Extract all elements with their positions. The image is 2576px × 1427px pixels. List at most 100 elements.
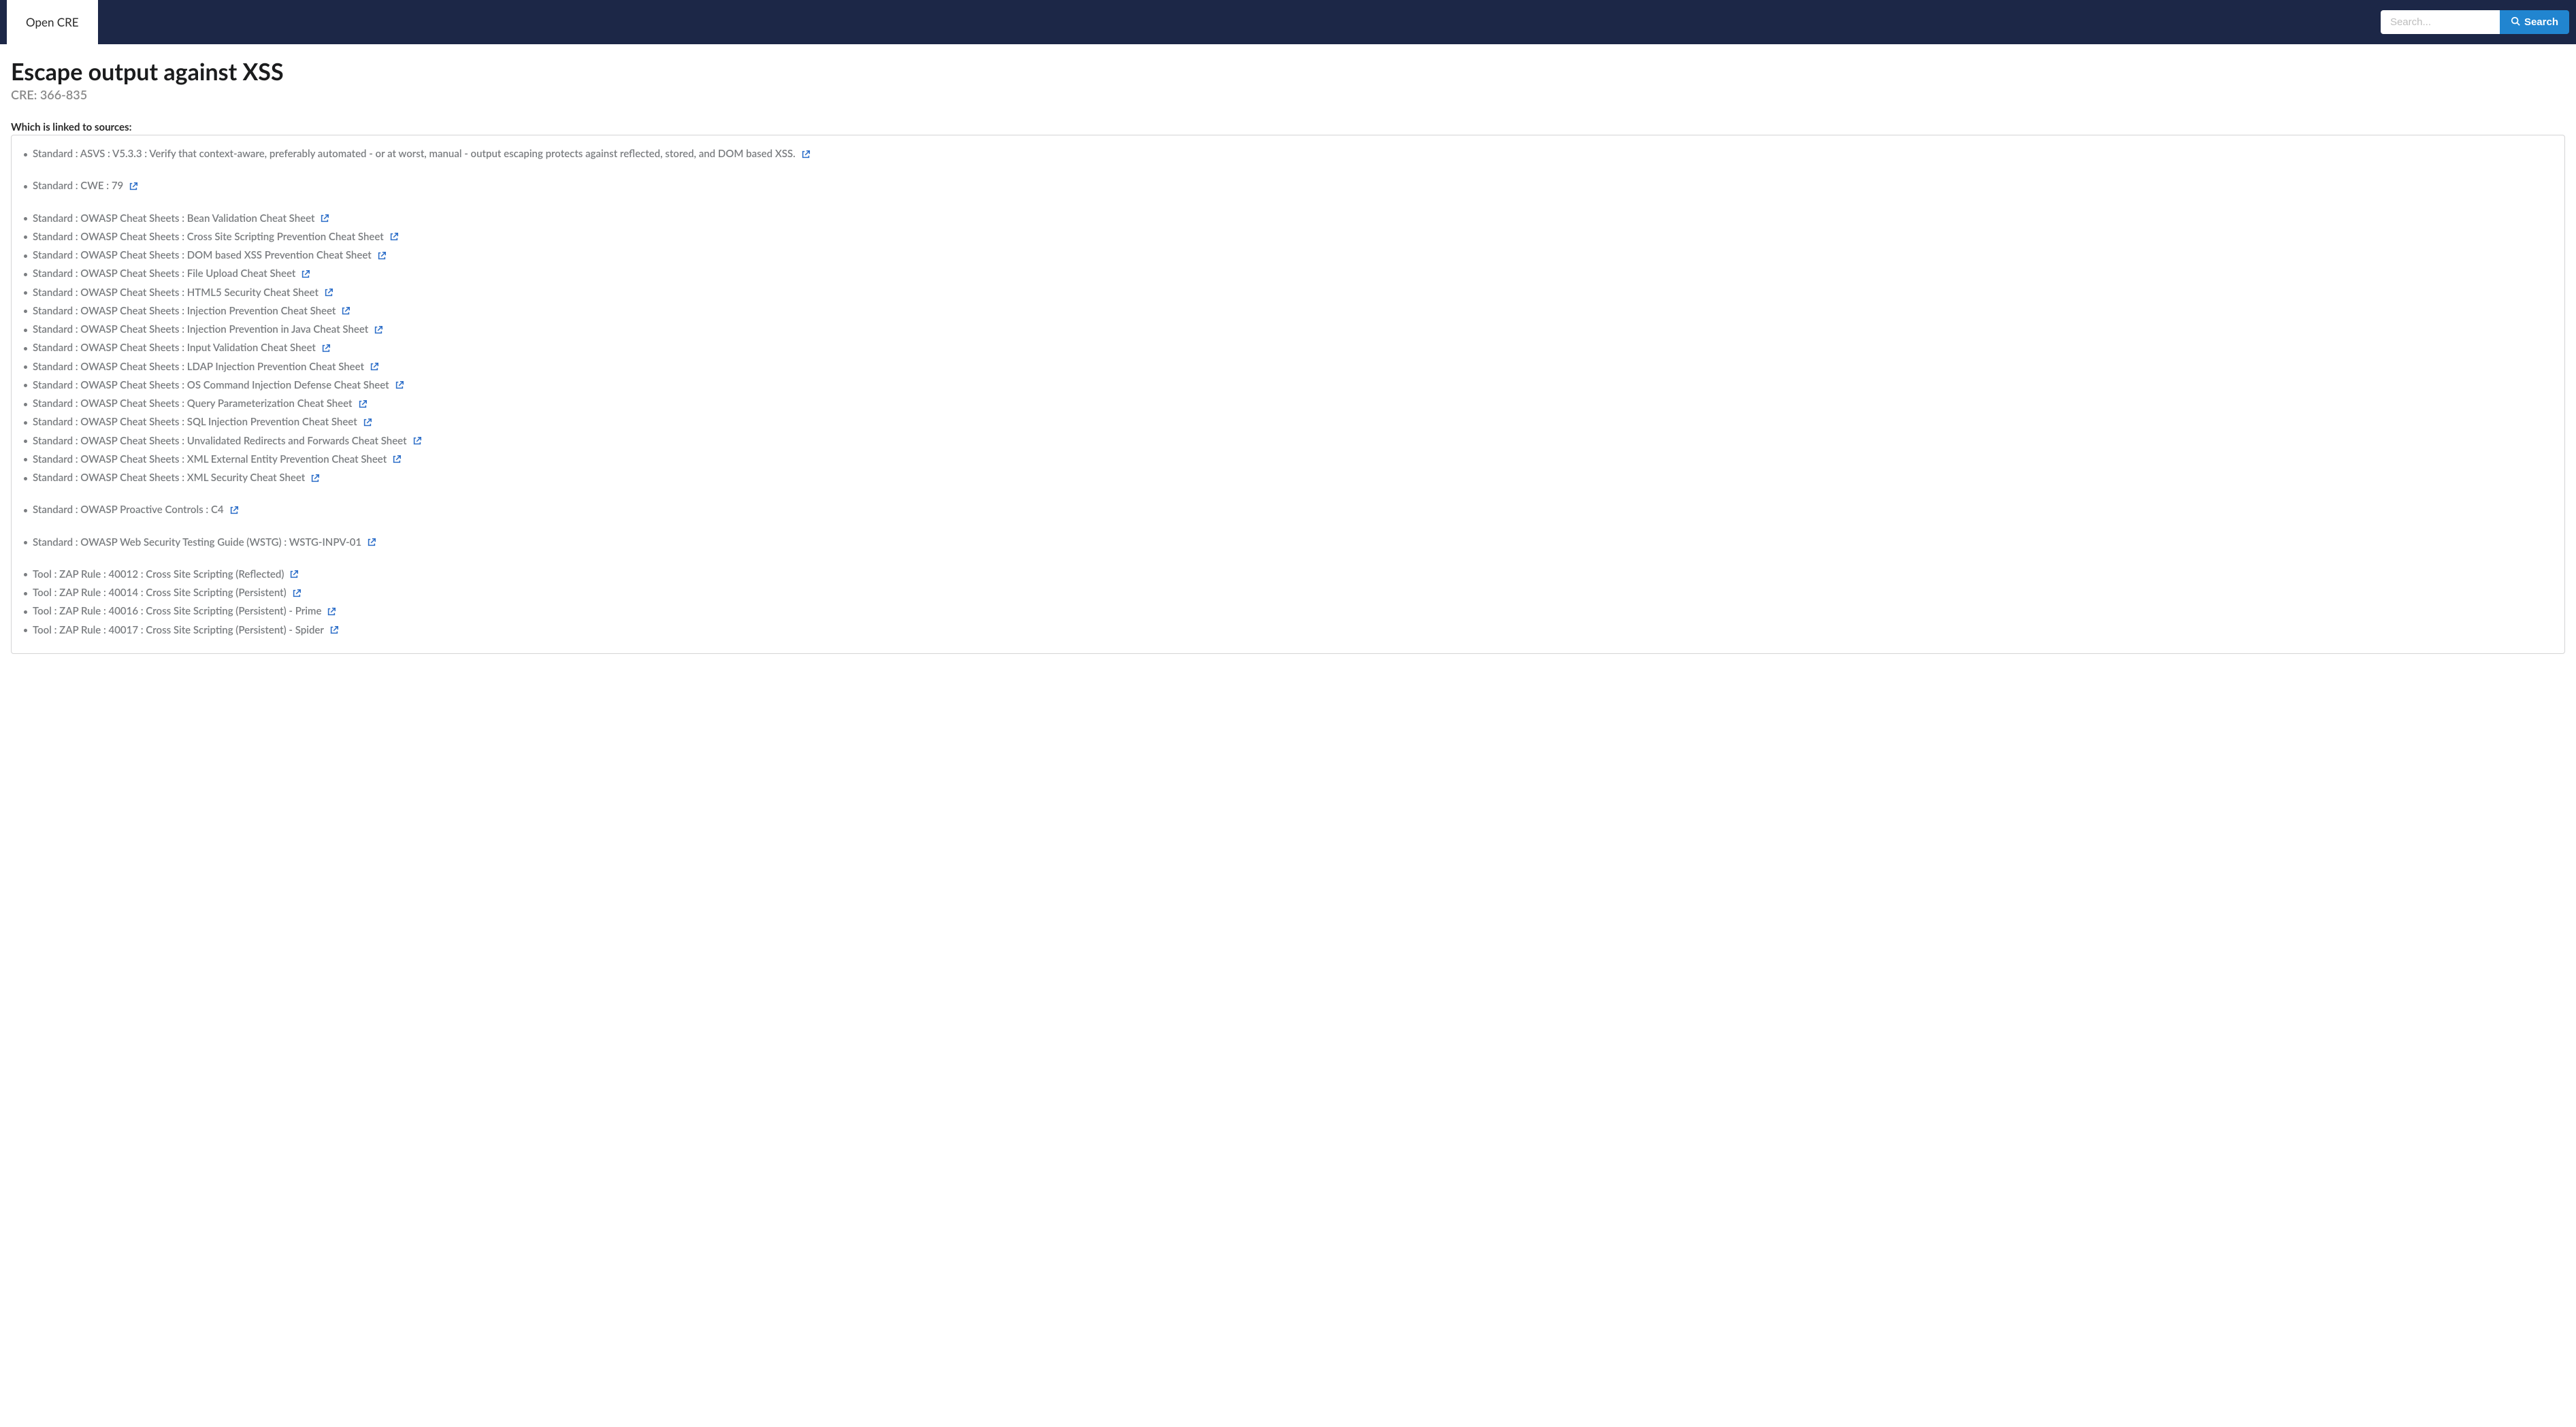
source-link-text[interactable]: Standard : OWASP Cheat Sheets : Bean Val…: [33, 211, 314, 227]
bullet-icon: [24, 347, 27, 350]
bullet-icon: [24, 235, 27, 239]
bullet-icon: [24, 421, 27, 425]
top-navbar: Open CRE Search: [0, 0, 2576, 44]
external-link-icon[interactable]: [367, 538, 376, 547]
source-group: Standard : OWASP Web Security Testing Gu…: [24, 534, 2552, 552]
source-group: Standard : ASVS : V5.3.3 : Verify that c…: [24, 145, 2552, 163]
external-link-icon[interactable]: [341, 306, 350, 316]
source-line: Standard : OWASP Cheat Sheets : LDAP Inj…: [24, 358, 2552, 376]
bullet-icon: [24, 365, 27, 369]
external-link-icon[interactable]: [321, 344, 331, 353]
linked-sources-label: Which is linked to sources:: [11, 121, 2565, 133]
source-link-text[interactable]: Tool : ZAP Rule : 40012 : Cross Site Scr…: [33, 567, 284, 583]
source-group: Standard : CWE : 79: [24, 177, 2552, 195]
external-link-icon[interactable]: [358, 399, 368, 409]
bullet-icon: [24, 310, 27, 313]
source-line: Standard : OWASP Cheat Sheets : Injectio…: [24, 302, 2552, 321]
source-group: Standard : OWASP Proactive Controls : C4: [24, 501, 2552, 519]
search-button[interactable]: Search: [2500, 10, 2569, 34]
external-link-icon[interactable]: [801, 150, 811, 159]
bullet-icon: [24, 458, 27, 461]
external-link-icon[interactable]: [389, 232, 399, 242]
bullet-icon: [24, 217, 27, 220]
source-link-text[interactable]: Standard : OWASP Cheat Sheets : LDAP Inj…: [33, 359, 364, 375]
bullet-icon: [24, 629, 27, 632]
source-link-text[interactable]: Standard : ASVS : V5.3.3 : Verify that c…: [33, 146, 796, 162]
external-link-icon[interactable]: [374, 325, 383, 335]
external-link-icon[interactable]: [320, 214, 329, 223]
source-line: Standard : OWASP Cheat Sheets : Cross Si…: [24, 228, 2552, 246]
source-link-text[interactable]: Standard : OWASP Cheat Sheets : Unvalida…: [33, 433, 407, 449]
source-link-text[interactable]: Standard : OWASP Cheat Sheets : Injectio…: [33, 304, 336, 319]
page-content: Escape output against XSS CRE: 366-835 W…: [0, 44, 2576, 674]
source-link-text[interactable]: Standard : OWASP Cheat Sheets : Query Pa…: [33, 396, 353, 412]
source-line: Standard : OWASP Cheat Sheets : File Upl…: [24, 265, 2552, 283]
source-line: Standard : OWASP Cheat Sheets : XML Exte…: [24, 450, 2552, 469]
source-line: Standard : OWASP Proactive Controls : C4: [24, 501, 2552, 519]
bullet-icon: [24, 185, 27, 188]
source-link-text[interactable]: Standard : CWE : 79: [33, 178, 123, 194]
bullet-icon: [24, 509, 27, 512]
source-line: Standard : OWASP Cheat Sheets : Input Va…: [24, 339, 2552, 357]
page-subtitle: CRE: 366-835: [11, 87, 2565, 102]
source-link-text[interactable]: Standard : OWASP Cheat Sheets : Input Va…: [33, 340, 316, 356]
source-link-text[interactable]: Standard : OWASP Cheat Sheets : Injectio…: [33, 322, 368, 338]
external-link-icon[interactable]: [370, 362, 379, 372]
source-link-text[interactable]: Standard : OWASP Cheat Sheets : HTML5 Se…: [33, 285, 319, 301]
external-link-icon[interactable]: [324, 288, 333, 297]
bullet-icon: [24, 592, 27, 595]
source-link-text[interactable]: Standard : OWASP Cheat Sheets : XML Secu…: [33, 470, 305, 486]
search-input[interactable]: [2381, 10, 2500, 34]
source-link-text[interactable]: Standard : OWASP Cheat Sheets : XML Exte…: [33, 452, 387, 468]
source-group: Tool : ZAP Rule : 40012 : Cross Site Scr…: [24, 565, 2552, 640]
source-line: Standard : OWASP Cheat Sheets : HTML5 Se…: [24, 284, 2552, 302]
external-link-icon[interactable]: [395, 380, 404, 390]
source-link-text[interactable]: Tool : ZAP Rule : 40017 : Cross Site Scr…: [33, 623, 324, 638]
source-link-text[interactable]: Standard : OWASP Cheat Sheets : SQL Inje…: [33, 414, 357, 430]
external-link-icon[interactable]: [327, 607, 336, 617]
source-line: Tool : ZAP Rule : 40012 : Cross Site Scr…: [24, 565, 2552, 584]
external-link-icon[interactable]: [310, 474, 320, 483]
bullet-icon: [24, 541, 27, 544]
external-link-icon[interactable]: [129, 182, 138, 191]
external-link-icon[interactable]: [292, 589, 301, 598]
bullet-icon: [24, 255, 27, 258]
source-link-text[interactable]: Standard : OWASP Cheat Sheets : OS Comma…: [33, 378, 389, 393]
bullet-icon: [24, 573, 27, 576]
sources-box: Standard : ASVS : V5.3.3 : Verify that c…: [11, 135, 2565, 654]
bullet-icon: [24, 153, 27, 157]
bullet-icon: [24, 384, 27, 387]
source-line: Standard : OWASP Cheat Sheets : Unvalida…: [24, 432, 2552, 450]
search-button-label: Search: [2524, 16, 2558, 28]
external-link-icon[interactable]: [329, 625, 339, 635]
external-link-icon[interactable]: [301, 269, 310, 279]
search-icon: [2511, 16, 2520, 29]
source-line: Standard : OWASP Cheat Sheets : OS Comma…: [24, 376, 2552, 395]
external-link-icon[interactable]: [363, 418, 372, 427]
source-link-text[interactable]: Standard : OWASP Proactive Controls : C4: [33, 502, 224, 518]
source-link-text[interactable]: Tool : ZAP Rule : 40014 : Cross Site Scr…: [33, 585, 287, 601]
external-link-icon[interactable]: [377, 251, 387, 261]
external-link-icon[interactable]: [392, 455, 402, 464]
source-line: Tool : ZAP Rule : 40016 : Cross Site Scr…: [24, 602, 2552, 621]
source-group: Standard : OWASP Cheat Sheets : Bean Val…: [24, 210, 2552, 488]
source-line: Standard : OWASP Cheat Sheets : DOM base…: [24, 246, 2552, 265]
source-line: Tool : ZAP Rule : 40017 : Cross Site Scr…: [24, 621, 2552, 640]
bullet-icon: [24, 403, 27, 406]
external-link-icon[interactable]: [412, 436, 422, 446]
bullet-icon: [24, 610, 27, 614]
source-line: Standard : OWASP Cheat Sheets : Query Pa…: [24, 395, 2552, 413]
source-line: Standard : OWASP Cheat Sheets : Bean Val…: [24, 210, 2552, 228]
external-link-icon[interactable]: [289, 570, 299, 579]
bullet-icon: [24, 273, 27, 276]
page-title: Escape output against XSS: [11, 58, 2565, 86]
brand-tab[interactable]: Open CRE: [7, 0, 98, 44]
source-link-text[interactable]: Tool : ZAP Rule : 40016 : Cross Site Scr…: [33, 604, 321, 619]
source-link-text[interactable]: Standard : OWASP Cheat Sheets : DOM base…: [33, 248, 372, 263]
source-line: Standard : OWASP Cheat Sheets : SQL Inje…: [24, 413, 2552, 431]
bullet-icon: [24, 329, 27, 332]
source-link-text[interactable]: Standard : OWASP Web Security Testing Gu…: [33, 535, 361, 551]
source-link-text[interactable]: Standard : OWASP Cheat Sheets : Cross Si…: [33, 229, 384, 245]
external-link-icon[interactable]: [229, 506, 239, 515]
source-link-text[interactable]: Standard : OWASP Cheat Sheets : File Upl…: [33, 266, 295, 282]
